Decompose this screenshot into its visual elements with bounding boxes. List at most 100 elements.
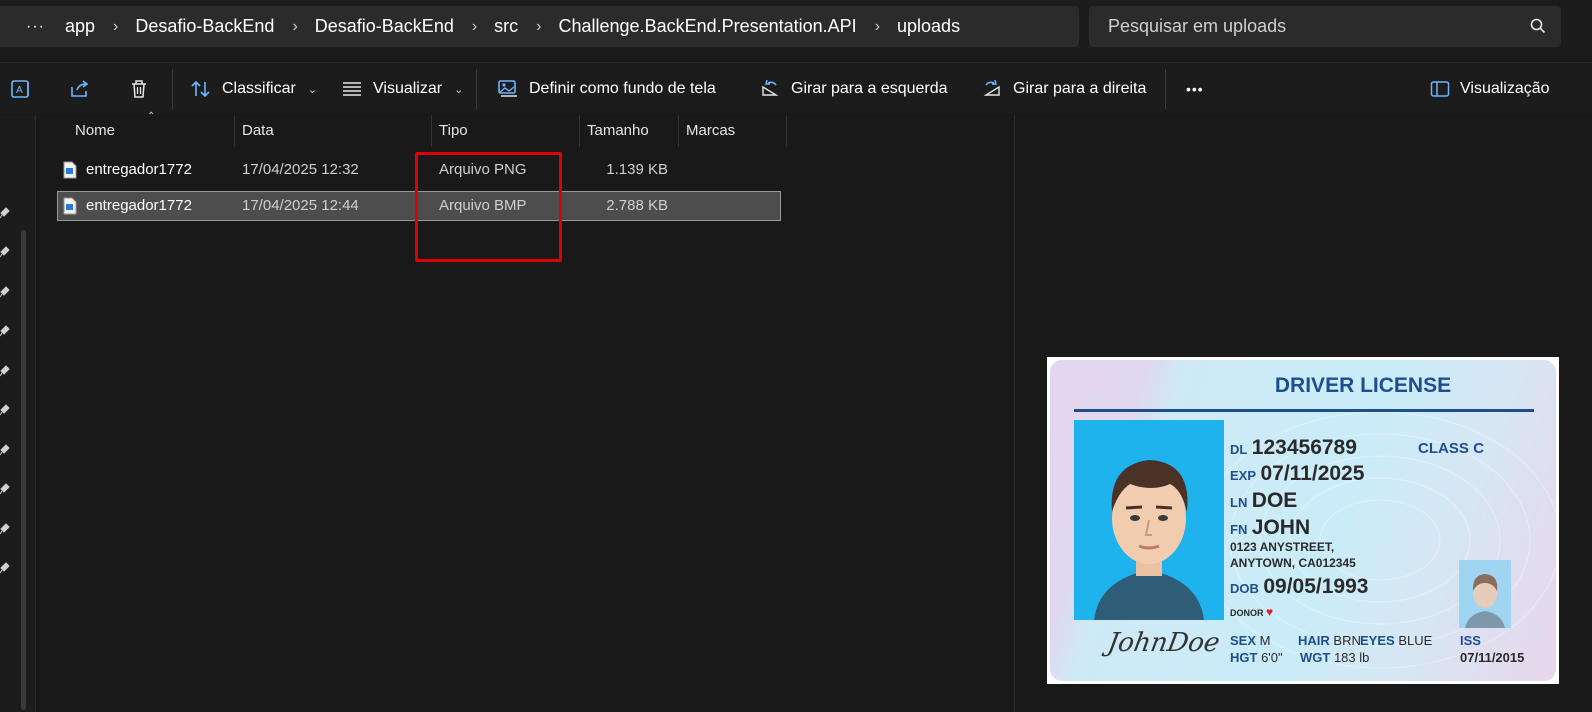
chevron-right-icon[interactable]: ›: [875, 18, 880, 36]
pin-icon[interactable]: [0, 562, 10, 574]
class-field: CLASS C: [1418, 440, 1484, 458]
hgt-value: 6'0": [1261, 650, 1283, 665]
column-divider[interactable]: [786, 115, 787, 147]
breadcrumb[interactable]: ··· app › Desafio-BackEnd › Desafio-Back…: [0, 6, 1079, 47]
dob-value: 09/05/1993: [1263, 575, 1369, 598]
exp-key: EXP: [1230, 468, 1257, 483]
person-portrait-icon: [1465, 574, 1505, 628]
dob-field: DOB 09/05/1993: [1230, 575, 1368, 599]
toolbar-divider: [476, 69, 477, 109]
chevron-right-icon[interactable]: ›: [292, 18, 297, 36]
trash-icon: [132, 80, 146, 98]
column-header-size[interactable]: Tamanho: [587, 115, 649, 147]
pin-icon[interactable]: [0, 444, 10, 456]
class-key: CLASS: [1418, 440, 1469, 457]
command-bar: A Classificar ⌄ Visualizar ⌄ Definir com…: [0, 62, 1592, 114]
column-header-type[interactable]: Tipo: [439, 115, 468, 147]
breadcrumb-item-desafio-backend[interactable]: Desafio-BackEnd: [135, 16, 274, 37]
share-button[interactable]: [69, 63, 91, 115]
view-button[interactable]: Visualizar ⌄: [341, 63, 463, 115]
column-divider[interactable]: [579, 115, 580, 147]
file-size: 2.788 KB: [606, 197, 668, 214]
rotate-left-icon: [762, 79, 779, 96]
set-wallpaper-button[interactable]: Definir como fundo de tela: [497, 63, 716, 115]
signature: JohnDoe: [1105, 628, 1223, 658]
rotate-left-button[interactable]: Girar para a esquerda: [759, 63, 948, 115]
iss-date: 07/11/2015: [1460, 650, 1524, 665]
column-divider[interactable]: [678, 115, 679, 147]
rotate-right-label: Girar para a direita: [1013, 80, 1147, 97]
rotate-left-label: Girar para a esquerda: [791, 80, 948, 97]
column-header-name[interactable]: Nome: [75, 115, 115, 147]
hgt-key: HGT: [1230, 650, 1258, 665]
navigation-scrollbar[interactable]: [21, 230, 26, 710]
address-bar-row: ··· app › Desafio-BackEnd › Desafio-Back…: [0, 0, 1592, 56]
file-date: 17/04/2025 12:32: [242, 161, 359, 178]
sort-button[interactable]: Classificar ⌄: [190, 63, 317, 115]
pin-icon[interactable]: [0, 207, 10, 219]
pin-icon[interactable]: [0, 365, 10, 377]
breadcrumb-item-api[interactable]: Challenge.BackEnd.Presentation.API: [559, 16, 857, 37]
more-options-button[interactable]: •••: [1186, 63, 1204, 115]
sex-value: M: [1259, 633, 1271, 648]
pin-icon[interactable]: [0, 246, 10, 258]
eyes-value: BLUE: [1398, 633, 1433, 648]
dl-field: DL 123456789: [1230, 436, 1357, 460]
breadcrumb-overflow-button[interactable]: ···: [26, 18, 45, 36]
search-placeholder: Pesquisar em uploads: [1108, 16, 1287, 36]
hair-field: HAIR BRN: [1298, 633, 1361, 648]
heart-icon: ♥: [1266, 605, 1274, 619]
file-list: ⌃ Nome Data Tipo Tamanho Marcas entregad…: [37, 111, 1013, 712]
hair-key: HAIR: [1298, 633, 1330, 648]
address-line-1: 0123 ANYSTREET,: [1230, 540, 1335, 554]
column-divider[interactable]: [234, 115, 235, 147]
column-header-date[interactable]: Data: [242, 115, 274, 147]
pin-icon[interactable]: [0, 523, 10, 535]
red-highlight-box: [415, 152, 562, 262]
column-header-tags[interactable]: Marcas: [686, 115, 735, 147]
rename-button[interactable]: A: [10, 63, 32, 115]
dl-value: 123456789: [1251, 436, 1357, 459]
pin-icon[interactable]: [0, 404, 10, 416]
breadcrumb-item-desafio-backend-inner[interactable]: Desafio-BackEnd: [315, 16, 454, 37]
toolbar-divider: [172, 69, 173, 109]
eyes-field: EYES BLUE: [1360, 633, 1432, 648]
chevron-right-icon[interactable]: ›: [472, 18, 477, 36]
file-date: 17/04/2025 12:44: [242, 197, 359, 214]
exp-field: EXP 07/11/2025: [1230, 462, 1364, 486]
ln-key: LN: [1230, 495, 1248, 510]
sort-label: Classificar: [222, 80, 296, 97]
preview-pane-button[interactable]: Visualização: [1430, 63, 1550, 115]
wgt-field: WGT 183 lb: [1300, 650, 1369, 665]
eyes-key: EYES: [1360, 633, 1395, 648]
wgt-value: 183 lb: [1333, 650, 1370, 665]
breadcrumb-item-src[interactable]: src: [494, 16, 518, 37]
pin-icon[interactable]: [0, 325, 10, 337]
search-icon[interactable]: [1529, 17, 1547, 35]
sex-field: SEX M: [1230, 633, 1270, 648]
column-divider[interactable]: [431, 115, 432, 147]
view-list-icon: [343, 82, 361, 96]
chevron-right-icon[interactable]: ›: [536, 18, 541, 36]
breadcrumb-item-uploads[interactable]: uploads: [897, 16, 960, 37]
iss-key: ISS: [1460, 633, 1481, 648]
breadcrumb-item-app[interactable]: app: [65, 16, 95, 37]
more-options-icon: •••: [1186, 81, 1204, 97]
pin-icon[interactable]: [0, 286, 10, 298]
rotate-right-icon: [983, 79, 1000, 96]
chevron-right-icon[interactable]: ›: [113, 18, 118, 36]
donor-field: DONOR ♥: [1230, 605, 1273, 619]
rotate-right-button[interactable]: Girar para a direita: [981, 63, 1146, 115]
hair-value: BRN: [1333, 633, 1361, 648]
fn-value: JOHN: [1251, 516, 1311, 539]
portrait-photo: [1074, 420, 1224, 620]
delete-button[interactable]: [128, 63, 150, 115]
card-divider: [1074, 409, 1534, 412]
dl-key: DL: [1230, 442, 1248, 457]
file-name: entregador1772: [86, 161, 192, 178]
ln-value: DOE: [1251, 489, 1298, 512]
search-input[interactable]: Pesquisar em uploads: [1089, 6, 1561, 47]
preview-pane: DRIVER LICENSE DL 123456789 CLASS C EXP …: [1014, 115, 1592, 712]
navigation-pane: [0, 115, 36, 712]
pin-icon[interactable]: [0, 483, 10, 495]
